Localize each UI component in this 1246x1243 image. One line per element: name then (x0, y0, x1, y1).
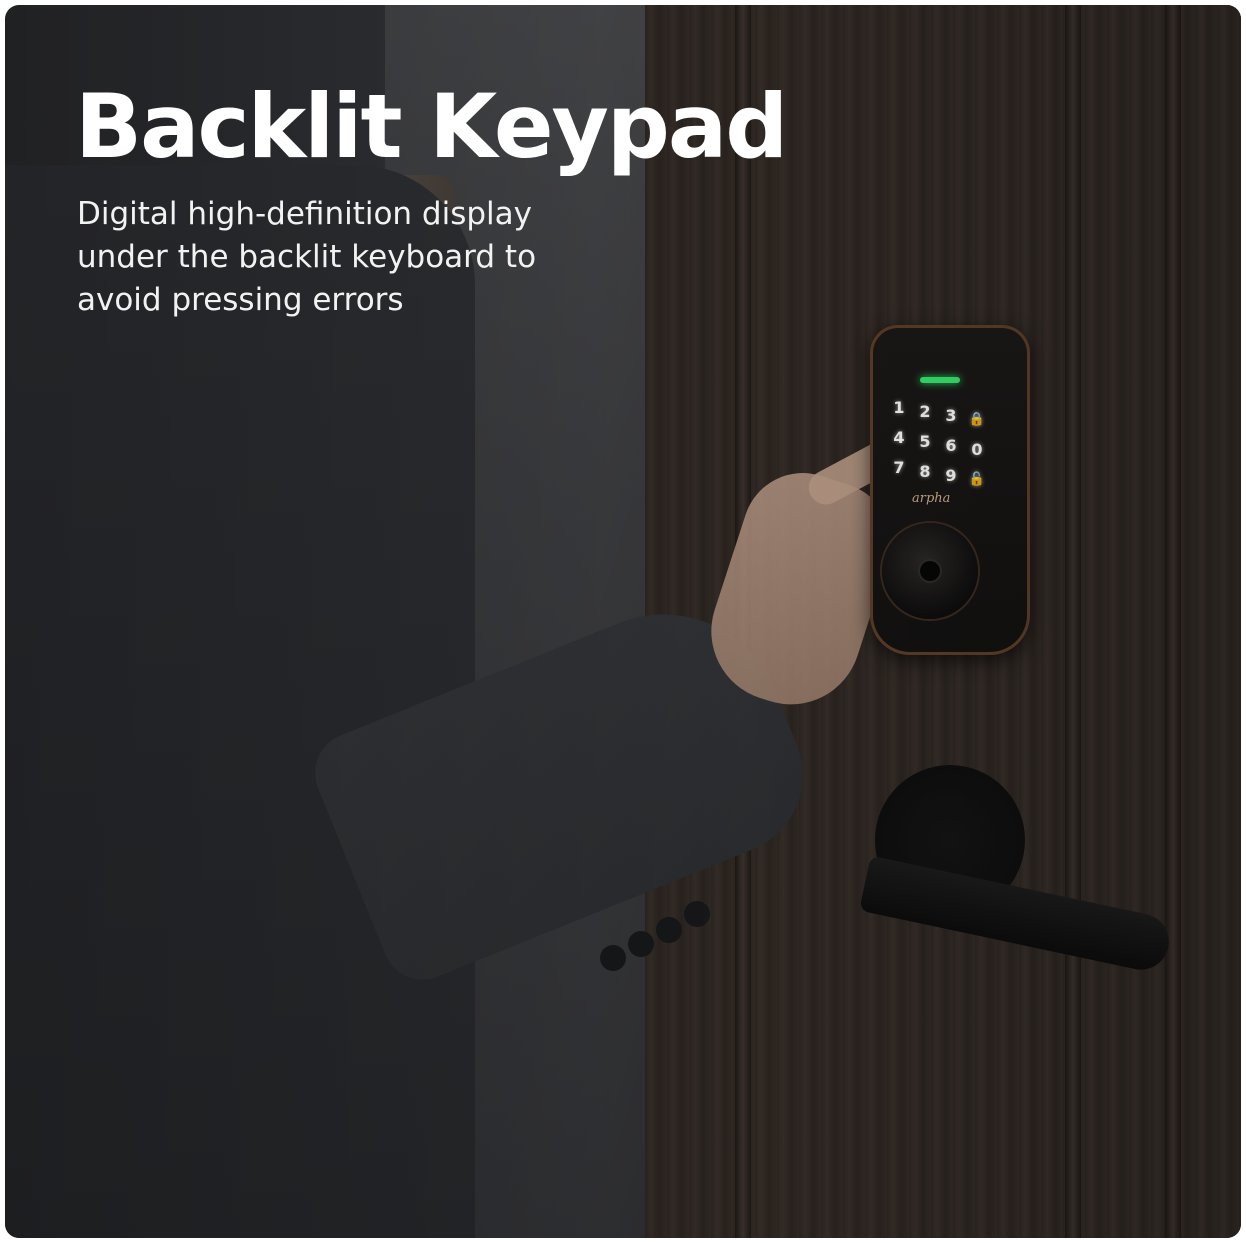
headline: Backlit Keypad (75, 75, 788, 178)
subtitle: Digital high-definition display under th… (77, 196, 537, 318)
product-photo: 1 2 3 🔒 4 5 6 0 7 8 9 🔓 arpha Backlit Ke… (5, 5, 1241, 1238)
dark-overlay (5, 5, 1241, 1238)
